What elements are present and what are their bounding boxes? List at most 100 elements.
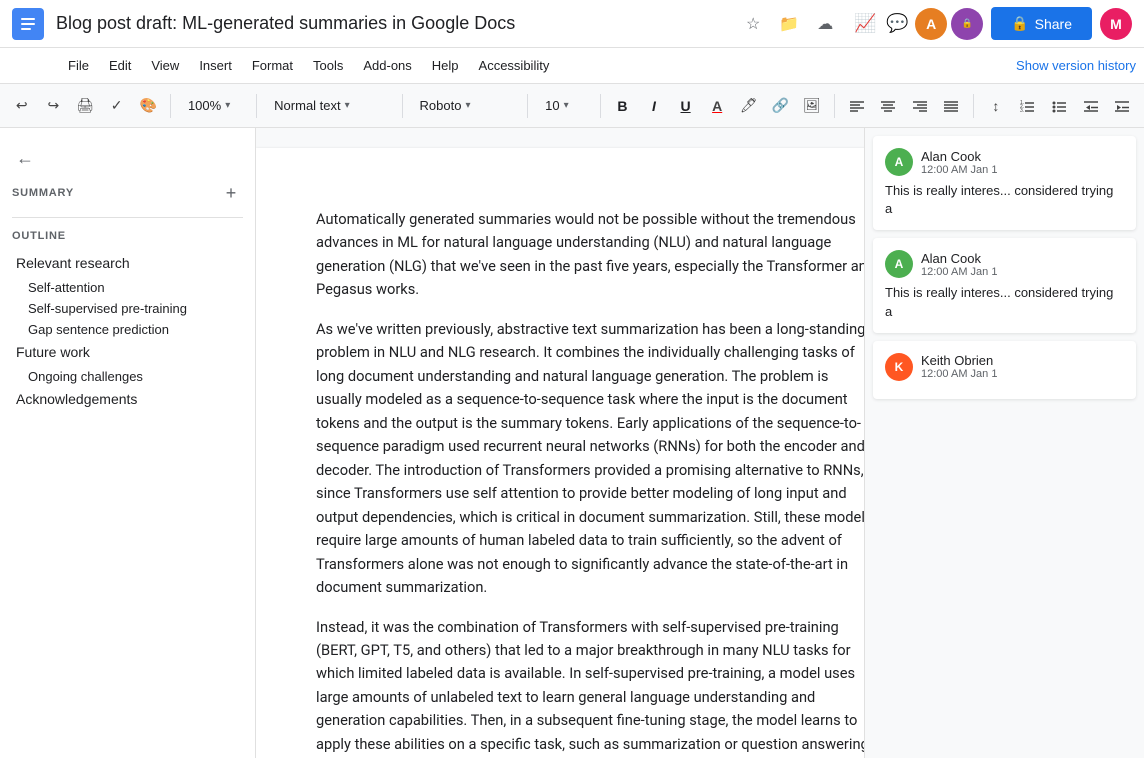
divider-5 — [600, 94, 601, 118]
share-button[interactable]: 🔒 Share — [991, 7, 1092, 40]
back-arrow-icon: ← — [16, 148, 34, 169]
line-spacing-button[interactable]: ↕ — [982, 92, 1010, 120]
size-value: 10 — [545, 98, 559, 113]
back-button[interactable]: ← — [12, 144, 243, 173]
menu-insert[interactable]: Insert — [191, 54, 240, 77]
comment-1-avatar: A — [885, 148, 913, 176]
undo-button[interactable]: ↩ — [8, 92, 36, 120]
paint-format-button[interactable]: 🎨 — [134, 92, 162, 120]
sidebar-divider — [12, 217, 243, 218]
main-layout: ← SUMMARY + OUTLINE Relevant research Se… — [0, 128, 1144, 758]
folder-icon[interactable]: 📁 — [775, 10, 803, 38]
size-dropdown[interactable]: 10 ▾ — [536, 93, 591, 118]
divider-1 — [170, 94, 171, 118]
outline-self-attention[interactable]: Self-attention — [12, 278, 243, 297]
share-lock-icon: 🔒 — [1011, 15, 1028, 32]
redo-button[interactable]: ↪ — [40, 92, 68, 120]
bold-button[interactable]: B — [609, 92, 637, 120]
align-left-button[interactable] — [843, 92, 871, 120]
style-value: Normal text — [274, 98, 340, 113]
zoom-dropdown[interactable]: 100% ▾ — [179, 93, 248, 118]
avatar-user1[interactable]: A — [915, 8, 947, 40]
comment-2-author: Alan Cook — [921, 251, 997, 266]
zoom-chevron: ▾ — [225, 100, 230, 111]
menu-format[interactable]: Format — [244, 54, 301, 77]
align-right-button[interactable] — [906, 92, 934, 120]
avatar-group: 📈 💬 A 🔒 — [851, 8, 983, 40]
menu-accessibility[interactable]: Accessibility — [471, 54, 558, 77]
doc-page: Automatically generated summaries would … — [256, 148, 864, 758]
increase-indent-button[interactable] — [1108, 92, 1136, 120]
menu-addons[interactable]: Add-ons — [355, 54, 419, 77]
numbered-list-button[interactable]: 1.2.3. — [1014, 92, 1042, 120]
divider-2 — [256, 94, 257, 118]
doc-paragraph-3[interactable]: Instead, it was the combination of Trans… — [316, 616, 864, 757]
comment-2-header: A Alan Cook 12:00 AM Jan 1 — [885, 250, 1124, 278]
comment-1: A Alan Cook 12:00 AM Jan 1 This is reall… — [873, 136, 1136, 230]
menu-edit[interactable]: Edit — [101, 54, 139, 77]
version-history-link[interactable]: Show version history — [1016, 58, 1136, 73]
title-icons: ☆ 📁 ☁ — [739, 10, 839, 38]
bullet-list-button[interactable] — [1045, 92, 1073, 120]
underline-button[interactable]: U — [672, 92, 700, 120]
doc-paragraph-2[interactable]: As we've written previously, abstractive… — [316, 318, 864, 600]
comment-2-avatar: A — [885, 250, 913, 278]
style-dropdown[interactable]: Normal text ▾ — [265, 93, 393, 118]
image-button[interactable]: 🖼 — [798, 92, 826, 120]
doc-paragraph-1[interactable]: Automatically generated summaries would … — [316, 208, 864, 302]
highlight-button[interactable]: 🖊 — [735, 92, 763, 120]
menu-help[interactable]: Help — [424, 54, 467, 77]
svg-text:3.: 3. — [1020, 108, 1024, 114]
menu-view[interactable]: View — [143, 54, 187, 77]
outline-label: OUTLINE — [12, 230, 243, 242]
size-chevron: ▾ — [564, 100, 569, 111]
outline-ongoing-challenges[interactable]: Ongoing challenges — [12, 367, 243, 386]
zoom-value: 100% — [188, 98, 221, 113]
align-center-button[interactable] — [874, 92, 902, 120]
comment-3: K Keith Obrien 12:00 AM Jan 1 — [873, 341, 1136, 399]
comment-2-time: 12:00 AM Jan 1 — [921, 266, 997, 278]
outline-self-supervised[interactable]: Self-supervised pre-training — [12, 299, 243, 318]
align-justify-button[interactable] — [938, 92, 966, 120]
outline-acknowledgements[interactable]: Acknowledgements — [12, 388, 243, 410]
summary-section-header: SUMMARY + — [12, 181, 243, 205]
comment-1-time: 12:00 AM Jan 1 — [921, 164, 997, 176]
toolbar: ↩ ↪ 🖨 ✓ 🎨 100% ▾ Normal text ▾ Roboto ▾ … — [0, 84, 1144, 128]
outline-relevant-research[interactable]: Relevant research — [12, 252, 243, 274]
font-chevron: ▾ — [465, 100, 470, 111]
style-chevron: ▾ — [345, 100, 350, 111]
menu-tools[interactable]: Tools — [305, 54, 351, 77]
add-summary-button[interactable]: + — [219, 181, 243, 205]
comment-3-time: 12:00 AM Jan 1 — [921, 368, 997, 380]
avatar-user2[interactable]: 🔒 — [951, 8, 983, 40]
italic-button[interactable]: I — [640, 92, 668, 120]
comment-1-author: Alan Cook — [921, 149, 997, 164]
document-area[interactable]: Automatically generated summaries would … — [256, 128, 864, 758]
decrease-indent-button[interactable] — [1077, 92, 1105, 120]
comments-panel: A Alan Cook 12:00 AM Jan 1 This is reall… — [864, 128, 1144, 758]
sidebar: ← SUMMARY + OUTLINE Relevant research Se… — [0, 128, 256, 758]
outline-future-work[interactable]: Future work — [12, 341, 243, 363]
link-button[interactable]: 🔗 — [767, 92, 795, 120]
doc-title: Blog post draft: ML-generated summaries … — [56, 13, 739, 34]
text-color-button[interactable]: A — [703, 92, 731, 120]
menu-file[interactable]: File — [60, 54, 97, 77]
comment-2: A Alan Cook 12:00 AM Jan 1 This is reall… — [873, 238, 1136, 332]
user-avatar[interactable]: M — [1100, 8, 1132, 40]
app-icon[interactable] — [12, 8, 44, 40]
comment-1-text: This is really interes... considered try… — [885, 182, 1124, 218]
comment-2-text: This is really interes... considered try… — [885, 284, 1124, 320]
cloud-icon[interactable]: ☁ — [811, 10, 839, 38]
spellcheck-button[interactable]: ✓ — [103, 92, 131, 120]
divider-4 — [527, 94, 528, 118]
title-bar: Blog post draft: ML-generated summaries … — [0, 0, 1144, 48]
comment-icon[interactable]: 💬 — [883, 10, 911, 38]
font-dropdown[interactable]: Roboto ▾ — [411, 93, 520, 118]
star-icon[interactable]: ☆ — [739, 10, 767, 38]
print-button[interactable]: 🖨 — [71, 92, 99, 120]
font-value: Roboto — [420, 98, 462, 113]
comment-3-header: K Keith Obrien 12:00 AM Jan 1 — [885, 353, 1124, 381]
menu-bar: File Edit View Insert Format Tools Add-o… — [0, 48, 1144, 84]
outline-gap-sentence[interactable]: Gap sentence prediction — [12, 320, 243, 339]
activity-icon[interactable]: 📈 — [851, 10, 879, 38]
